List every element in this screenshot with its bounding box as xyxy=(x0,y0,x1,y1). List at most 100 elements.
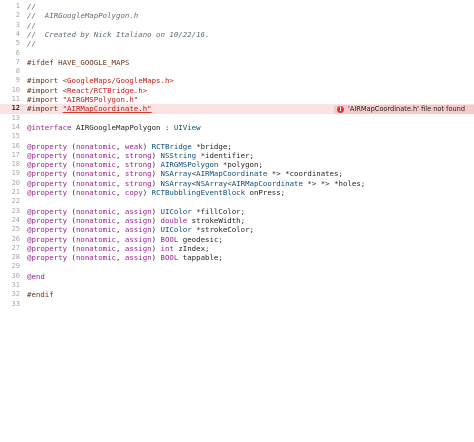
code-line[interactable]: 4 // Created by Nick Italiano on 10/22/16… xyxy=(0,30,474,39)
code-token: , xyxy=(116,234,125,244)
code-token: nonatomic xyxy=(75,206,116,216)
code-editor[interactable]: 1 // 2 // AIRGoogleMapPolygon.h 3 // 4 // Creat… xyxy=(0,0,474,442)
code-token: ( xyxy=(67,169,76,179)
code-text: // xyxy=(27,21,36,30)
line-number: 11 xyxy=(11,95,20,103)
code-text: @property (nonatomic, assign) double str… xyxy=(27,216,245,225)
code-line[interactable]: 32 #endif xyxy=(0,290,474,299)
code-token: nonatomic xyxy=(75,188,116,197)
code-text: #endif xyxy=(27,290,54,299)
code-line[interactable]: 16 @property (nonatomic, weak) RCTBridge … xyxy=(0,142,474,151)
code-token: @property xyxy=(27,253,68,263)
code-line[interactable]: 10 #import <React/RCTBridge.h> xyxy=(0,86,474,95)
code-token: geodesic; xyxy=(178,234,223,244)
code-token: nonatomic xyxy=(75,234,116,244)
line-number: 13 xyxy=(11,113,20,122)
code-line[interactable]: 22 xyxy=(0,197,474,206)
code-token: @interface xyxy=(27,122,76,132)
code-line[interactable]: 28 @property (nonatomic, assign) BOOL tap… xyxy=(0,253,474,262)
code-token: @property xyxy=(27,234,68,244)
code-token: , xyxy=(116,225,125,235)
code-line[interactable]: 1 // xyxy=(0,2,474,11)
code-token: ) xyxy=(151,243,161,253)
code-line[interactable]: 27 @property (nonatomic, assign) int zInd… xyxy=(0,244,474,253)
code-token: assign xyxy=(124,253,152,263)
code-line[interactable]: 30 @end xyxy=(0,272,474,281)
code-token: ) xyxy=(151,206,161,216)
code-line[interactable]: 21 @property (nonatomic, copy) RCTBubblin… xyxy=(0,188,474,197)
code-line[interactable]: 26 @property (nonatomic, assign) BOOL geo… xyxy=(0,235,474,244)
error-annotation[interactable]: ! 'AIRMapCoordinate.h' file not found xyxy=(334,104,474,114)
code-line[interactable]: 8 xyxy=(0,67,474,76)
code-line[interactable]: 29 xyxy=(0,262,474,271)
error-message: 'AIRMapCoordinate.h' file not found xyxy=(348,105,466,114)
code-token: ( xyxy=(67,206,76,216)
code-token: ) xyxy=(151,150,161,160)
code-text: @property (nonatomic, assign) int zIndex… xyxy=(27,244,209,253)
code-token: nonatomic xyxy=(75,169,116,179)
code-text: #ifdef HAVE_GOOGLE_MAPS xyxy=(27,58,129,67)
code-line[interactable]: 19 @property (nonatomic, strong) NSArray<… xyxy=(0,169,474,178)
code-token: BOOL xyxy=(160,234,179,244)
code-line[interactable]: 9 #import <GoogleMaps/GoogleMaps.h> xyxy=(0,76,474,85)
code-token: UIColor xyxy=(160,206,192,216)
code-token: *identifier; xyxy=(196,150,254,160)
code-token: #endif xyxy=(27,290,54,300)
code-token: NSArray xyxy=(160,178,192,188)
code-text: // xyxy=(27,39,36,48)
code-line[interactable]: 11 #import "AIRGMSPolygon.h" xyxy=(0,95,474,104)
code-token: AIRGMSPolygon xyxy=(160,160,219,170)
code-token: *strokeColor; xyxy=(191,225,254,235)
code-line[interactable]: 3 // xyxy=(0,21,474,30)
code-text: @end xyxy=(27,272,45,281)
line-number: 18 xyxy=(11,160,20,169)
code-token: "AIRMapCoordinate.h" xyxy=(62,104,152,114)
code-line[interactable]: 25 @property (nonatomic, assign) UIColor … xyxy=(0,225,474,234)
code-token: #import xyxy=(27,76,63,86)
line-number: 6 xyxy=(15,48,20,57)
code-token: @property xyxy=(27,215,68,225)
code-text: @property (nonatomic, assign) UIColor *f… xyxy=(27,207,245,216)
code-token: AIRMapCoordinate xyxy=(231,178,303,188)
code-line[interactable]: 6 xyxy=(0,49,474,58)
code-token: *> *> *holes; xyxy=(302,178,366,188)
code-line[interactable]: 2 // AIRGoogleMapPolygon.h xyxy=(0,11,474,20)
code-token: nonatomic xyxy=(75,160,116,170)
code-line[interactable]: 17 @property (nonatomic, strong) NSString… xyxy=(0,151,474,160)
code-token: // xyxy=(27,39,36,49)
code-token: UIColor xyxy=(160,225,192,235)
code-token: #import xyxy=(27,85,63,95)
code-token: @property xyxy=(27,206,68,216)
code-line[interactable]: 23 @property (nonatomic, assign) UIColor … xyxy=(0,207,474,216)
code-line[interactable]: 20 @property (nonatomic, strong) NSArray<… xyxy=(0,179,474,188)
code-line[interactable]: 13 xyxy=(0,114,474,123)
code-token: ( xyxy=(67,188,76,197)
code-line[interactable]: 5 // xyxy=(0,39,474,48)
line-number: 23 xyxy=(11,206,20,215)
code-text: #import <GoogleMaps/GoogleMaps.h> xyxy=(27,76,174,85)
code-line[interactable]: 33 xyxy=(0,300,474,309)
code-token: strong xyxy=(124,169,152,179)
code-token: , xyxy=(116,160,125,170)
code-line[interactable]: 14 @interface AIRGoogleMapPolygon : UIVie… xyxy=(0,123,474,132)
code-text: @interface AIRGoogleMapPolygon : UIView xyxy=(27,123,201,132)
code-token: *bridge; xyxy=(191,141,232,151)
code-line[interactable]: 7 #ifdef HAVE_GOOGLE_MAPS xyxy=(0,58,474,67)
line-number: 3 xyxy=(15,20,20,29)
line-number: 26 xyxy=(11,234,20,243)
code-line[interactable]: 18 @property (nonatomic, strong) AIRGMSPo… xyxy=(0,160,474,169)
line-number: 10 xyxy=(11,85,20,94)
code-token: *> *coordinates; xyxy=(267,169,343,179)
code-line[interactable]: 15 xyxy=(0,132,474,141)
line-number: 29 xyxy=(11,262,20,271)
code-token: *polygon; xyxy=(218,160,263,170)
code-text: @property (nonatomic, strong) NSArray<AI… xyxy=(27,169,343,178)
code-line[interactable]: 31 xyxy=(0,281,474,290)
code-token: ( xyxy=(67,243,76,253)
line-number: 5 xyxy=(15,39,20,48)
line-number: 1 xyxy=(15,2,20,10)
line-number: 17 xyxy=(11,150,20,159)
code-text: @property (nonatomic, weak) RCTBridge *b… xyxy=(27,142,232,151)
code-line[interactable]: 24 @property (nonatomic, assign) double s… xyxy=(0,216,474,225)
code-token: @property xyxy=(27,141,68,151)
